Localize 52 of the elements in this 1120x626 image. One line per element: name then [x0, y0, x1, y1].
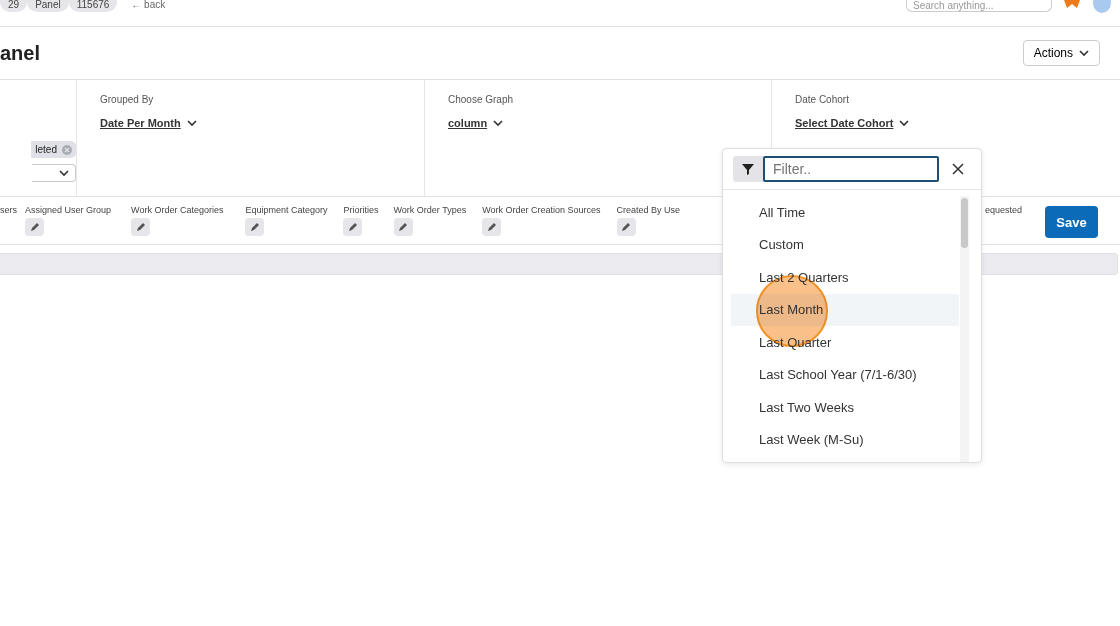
edit-button[interactable] — [343, 218, 363, 236]
config-dropdown[interactable]: Select Date Cohort — [795, 117, 1097, 129]
breadcrumb[interactable]: 115676 — [68, 0, 118, 12]
breadcrumb[interactable]: Panel — [27, 0, 69, 12]
config-dropdown[interactable]: Date Per Month — [100, 117, 401, 129]
chevron-down-icon — [493, 119, 504, 127]
pencil-icon — [398, 222, 408, 232]
edit-button[interactable] — [482, 218, 502, 236]
pencil-icon — [135, 222, 146, 232]
config-label: Grouped By — [100, 94, 155, 105]
save-button[interactable]: Save — [1045, 206, 1098, 238]
edit-button[interactable] — [616, 218, 636, 236]
dropdown-option[interactable]: Last School Year (7/1-6/30) — [731, 358, 959, 391]
filter-label: Work Order Creation Sources — [482, 205, 601, 215]
filter-label: Assigned User Group — [25, 205, 112, 215]
filter-input[interactable]: Filter.. — [763, 156, 939, 182]
chevron-down-icon — [899, 119, 910, 127]
config-dropdown[interactable]: column — [448, 117, 748, 129]
filter-label: equested — [984, 205, 1022, 215]
filter-label: Work Order Categories — [131, 205, 224, 215]
status-chip: leted — [31, 141, 76, 158]
pencil-icon — [621, 222, 632, 232]
dropdown-option[interactable]: All Time — [731, 196, 959, 229]
chevron-down-icon — [1079, 49, 1089, 57]
filter-label: sers — [0, 205, 17, 215]
actions-button[interactable]: Actions — [1022, 40, 1100, 66]
edit-button[interactable] — [25, 218, 44, 236]
dropdown-option[interactable]: Last Week (M-Su) — [731, 423, 959, 456]
filter-label: Equipment Category — [245, 205, 328, 215]
edit-button[interactable] — [393, 218, 413, 236]
back-link[interactable]: ← back — [131, 0, 166, 10]
filter-label: Priorities — [343, 205, 379, 215]
config-label: Date Cohort — [795, 94, 850, 105]
filter-label: Created By Use — [616, 205, 681, 215]
filter-label: Work Order Types — [393, 205, 467, 215]
edit-button[interactable] — [245, 218, 265, 236]
page-title: anel — [0, 41, 41, 65]
pencil-icon — [29, 222, 40, 232]
status-select[interactable] — [32, 164, 76, 182]
scrollbar[interactable] — [960, 196, 969, 462]
filter-icon[interactable] — [733, 156, 763, 182]
edit-button[interactable] — [131, 218, 151, 236]
chevron-down-icon — [186, 119, 197, 127]
pencil-icon — [348, 222, 358, 232]
breadcrumb[interactable]: 29 — [0, 0, 28, 12]
pencil-icon — [249, 222, 260, 232]
dropdown-option[interactable]: Last Month — [731, 293, 959, 326]
pencil-icon — [486, 222, 497, 232]
config-label: Choose Graph — [448, 94, 515, 105]
dropdown-option[interactable]: Custom — [731, 228, 959, 261]
chevron-down-icon — [59, 169, 69, 177]
dropdown-option[interactable]: Last Two Weeks — [731, 391, 959, 424]
